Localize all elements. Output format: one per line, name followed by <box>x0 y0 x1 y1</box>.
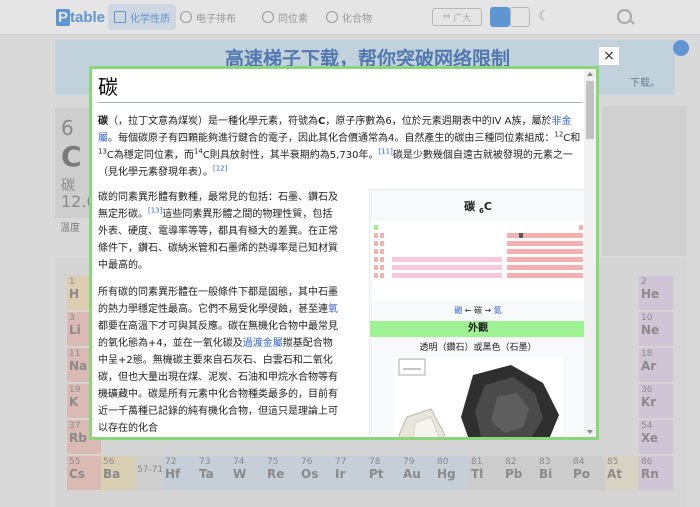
article-title: 碳 <box>98 71 582 103</box>
appearance-caption: 透明（鑽石）或黑色（石墨） <box>419 343 537 354</box>
next-element-link[interactable]: 氮 <box>494 306 502 315</box>
close-button[interactable]: × <box>598 46 620 66</box>
element-navigation: 硼 ← 碳 → 氮 <box>454 306 502 316</box>
periodic-table-graphic <box>374 225 583 279</box>
scrollbar-thumb[interactable] <box>586 81 594 139</box>
ref-11[interactable]: [11] <box>378 148 392 156</box>
allotropes-paragraph: 碳的同素異形體有數種，最常見的包括：石墨、鑽石及無定形碳。[13]這些同素異形體… <box>98 192 338 271</box>
link-oxygen[interactable]: 氧 <box>328 304 338 315</box>
chemistry-paragraph: 所有碳的同素異形體在一般條件下都是固態，其中石墨的熱力學穩定性最高。它們不易受化… <box>98 287 338 434</box>
periodic-table-thumbnail <box>372 221 584 302</box>
carbon-photo[interactable] <box>393 357 563 437</box>
scroll-up-arrow[interactable] <box>587 72 593 76</box>
prev-element-link[interactable]: 硼 <box>454 306 462 315</box>
wiki-popup: 碳 碳（，拉丁文意為煤炭）是一種化學元素，符號為C，原子序數為6，位於元素週期表… <box>89 66 599 440</box>
intro-paragraph: 碳（，拉丁文意為煤炭）是一種化學元素，符號為C，原子序數為6，位於元素週期表中的… <box>98 116 581 178</box>
link-transition-metal[interactable]: 過渡金屬 <box>243 338 283 349</box>
wiki-content: 碳 碳（，拉丁文意為煤炭）是一種化學元素，符號為C，原子序數為6，位於元素週期表… <box>98 69 587 437</box>
popup-scrollbar[interactable] <box>584 69 596 437</box>
ref-12[interactable]: [12] <box>213 165 227 173</box>
infobox-title: 碳 6C <box>464 200 492 216</box>
diamond-graphite-image <box>398 358 559 437</box>
ref-13[interactable]: [13] <box>148 207 162 215</box>
scroll-down-arrow[interactable] <box>587 430 593 434</box>
body-text: 碳的同素異形體有數種，最常見的包括：石墨、鑽石及無定形碳。[13]這些同素異形體… <box>98 189 342 437</box>
appearance-header: 外觀 <box>370 321 586 338</box>
element-infobox: 碳 6C 硼 ← 碳 → 氮 外觀 透明（鑽石）或黑色（石墨） <box>369 189 587 437</box>
